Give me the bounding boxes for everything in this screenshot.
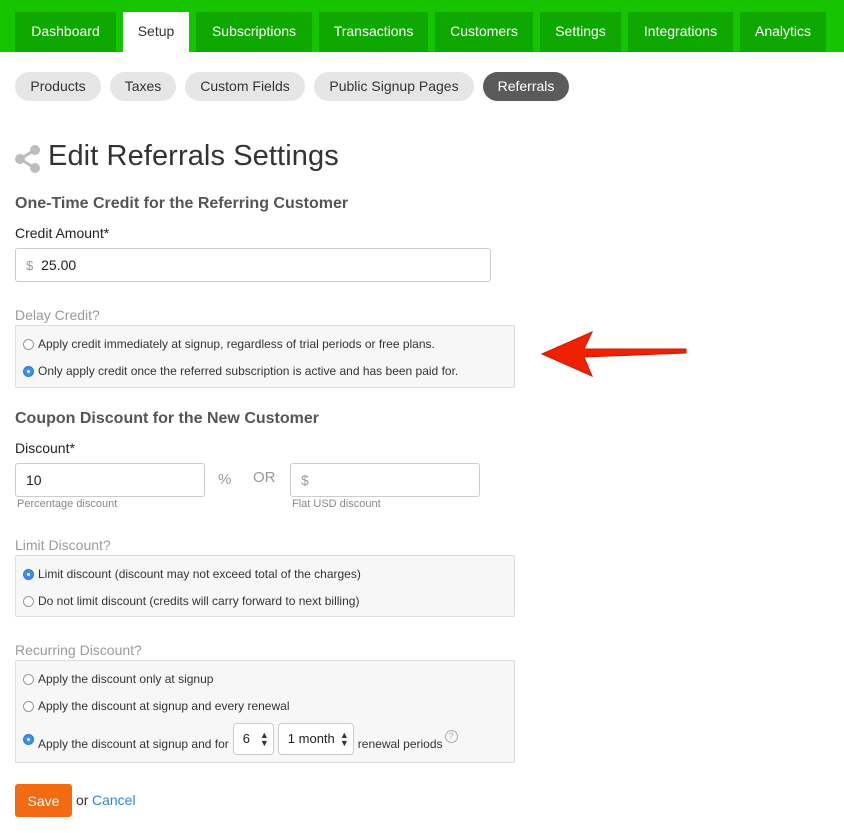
limit-option-limited-label: Limit discount (discount may not exceed … — [38, 567, 361, 581]
delay-option-immediate-label: Apply credit immediately at signup, rega… — [38, 337, 435, 351]
or-separator: OR — [253, 469, 276, 486]
top-navigation: Dashboard Setup Subscriptions Transactio… — [0, 0, 844, 52]
recurring-option-every-renewal[interactable]: Apply the discount at signup and every r… — [23, 699, 290, 713]
page-title: Edit Referrals Settings — [48, 140, 339, 172]
recurring-option-every-renewal-label: Apply the discount at signup and every r… — [38, 699, 290, 713]
radio-checked-icon[interactable] — [23, 733, 34, 745]
recurring-discount-options: Apply the discount only at signup Apply … — [15, 660, 515, 763]
tab-integrations[interactable]: Integrations — [628, 12, 733, 52]
subnav-products[interactable]: Products — [15, 72, 101, 101]
recurring-option-limited-renewals-label: Apply the discount at signup and for — [38, 737, 229, 751]
help-question-icon[interactable]: ? — [444, 729, 458, 743]
renewal-count-select[interactable]: 6 ▲ ▼ — [232, 723, 274, 755]
tab-setup[interactable]: Setup — [123, 12, 189, 52]
limit-discount-options: Limit discount (discount may not exceed … — [15, 555, 515, 617]
recurring-option-signup-only-label: Apply the discount only at signup — [38, 672, 214, 686]
flat-discount-helper: Flat USD discount — [292, 498, 381, 510]
radio-checked-icon[interactable] — [23, 365, 34, 377]
recurring-discount-label: Recurring Discount? — [15, 642, 142, 658]
radio-unchecked-icon[interactable] — [23, 595, 34, 607]
delay-credit-label: Delay Credit? — [15, 307, 100, 323]
tab-dashboard[interactable]: Dashboard — [15, 12, 116, 52]
recurring-option-signup-only[interactable]: Apply the discount only at signup — [23, 672, 213, 686]
renewal-count-value: 6 — [242, 731, 251, 746]
percent-discount-helper: Percentage discount — [17, 498, 118, 510]
currency-prefix: $ — [26, 258, 34, 273]
discount-label: Discount* — [15, 440, 75, 456]
percent-symbol: % — [218, 471, 232, 488]
share-icon — [15, 145, 40, 173]
tab-customers[interactable]: Customers — [435, 12, 533, 52]
delay-option-after-paid[interactable]: Only apply credit once the referred subs… — [23, 364, 458, 378]
or-text: or — [76, 792, 89, 808]
select-arrows-icon: ▲ ▼ — [259, 730, 269, 748]
save-button[interactable]: Save — [15, 784, 72, 817]
tab-transactions[interactable]: Transactions — [319, 12, 428, 52]
credit-section-heading: One-Time Credit for the Referring Custom… — [15, 195, 349, 212]
limit-option-unlimited[interactable]: Do not limit discount (credits will carr… — [23, 594, 359, 608]
credit-amount-value: 25.00 — [41, 257, 77, 273]
subnav-taxes[interactable]: Taxes — [110, 72, 176, 101]
renewal-suffix-label: renewal periods — [357, 737, 443, 751]
delay-credit-options: Apply credit immediately at signup, rega… — [15, 325, 515, 388]
credit-amount-input[interactable]: $ 25.00 — [15, 248, 491, 282]
credit-amount-label: Credit Amount* — [15, 225, 110, 241]
radio-unchecked-icon[interactable] — [23, 700, 34, 712]
annotation-arrow-icon — [540, 331, 687, 377]
radio-unchecked-icon[interactable] — [23, 338, 34, 350]
tab-analytics[interactable]: Analytics — [740, 12, 826, 52]
percent-discount-input[interactable]: 10 — [15, 463, 205, 497]
recurring-option-limited-renewals[interactable]: Apply the discount at signup and for 6 ▲… — [23, 723, 458, 755]
delay-option-after-paid-label: Only apply credit once the referred subs… — [38, 364, 459, 378]
subnav-referrals[interactable]: Referrals — [483, 72, 569, 101]
renewal-period-select[interactable]: 1 month ▲ ▼ — [277, 723, 354, 755]
tab-subscriptions[interactable]: Subscriptions — [196, 12, 312, 52]
tab-settings[interactable]: Settings — [540, 12, 621, 52]
flat-discount-input[interactable]: $ — [290, 463, 480, 497]
limit-option-unlimited-label: Do not limit discount (credits will carr… — [38, 594, 360, 608]
radio-checked-icon[interactable] — [23, 568, 34, 580]
subnav-public-signup-pages[interactable]: Public Signup Pages — [314, 72, 474, 101]
percent-discount-value: 10 — [26, 472, 42, 488]
delay-option-immediate[interactable]: Apply credit immediately at signup, rega… — [23, 337, 435, 351]
limit-option-limited[interactable]: Limit discount (discount may not exceed … — [23, 567, 361, 581]
coupon-section-heading: Coupon Discount for the New Customer — [15, 410, 319, 427]
radio-unchecked-icon[interactable] — [23, 673, 34, 685]
cancel-link[interactable]: Cancel — [92, 792, 136, 808]
subnav-custom-fields[interactable]: Custom Fields — [185, 72, 305, 101]
limit-discount-label: Limit Discount? — [15, 537, 111, 553]
renewal-period-value: 1 month — [287, 731, 335, 746]
select-arrows-icon: ▲ ▼ — [339, 730, 349, 748]
flat-currency-prefix: $ — [301, 472, 309, 488]
